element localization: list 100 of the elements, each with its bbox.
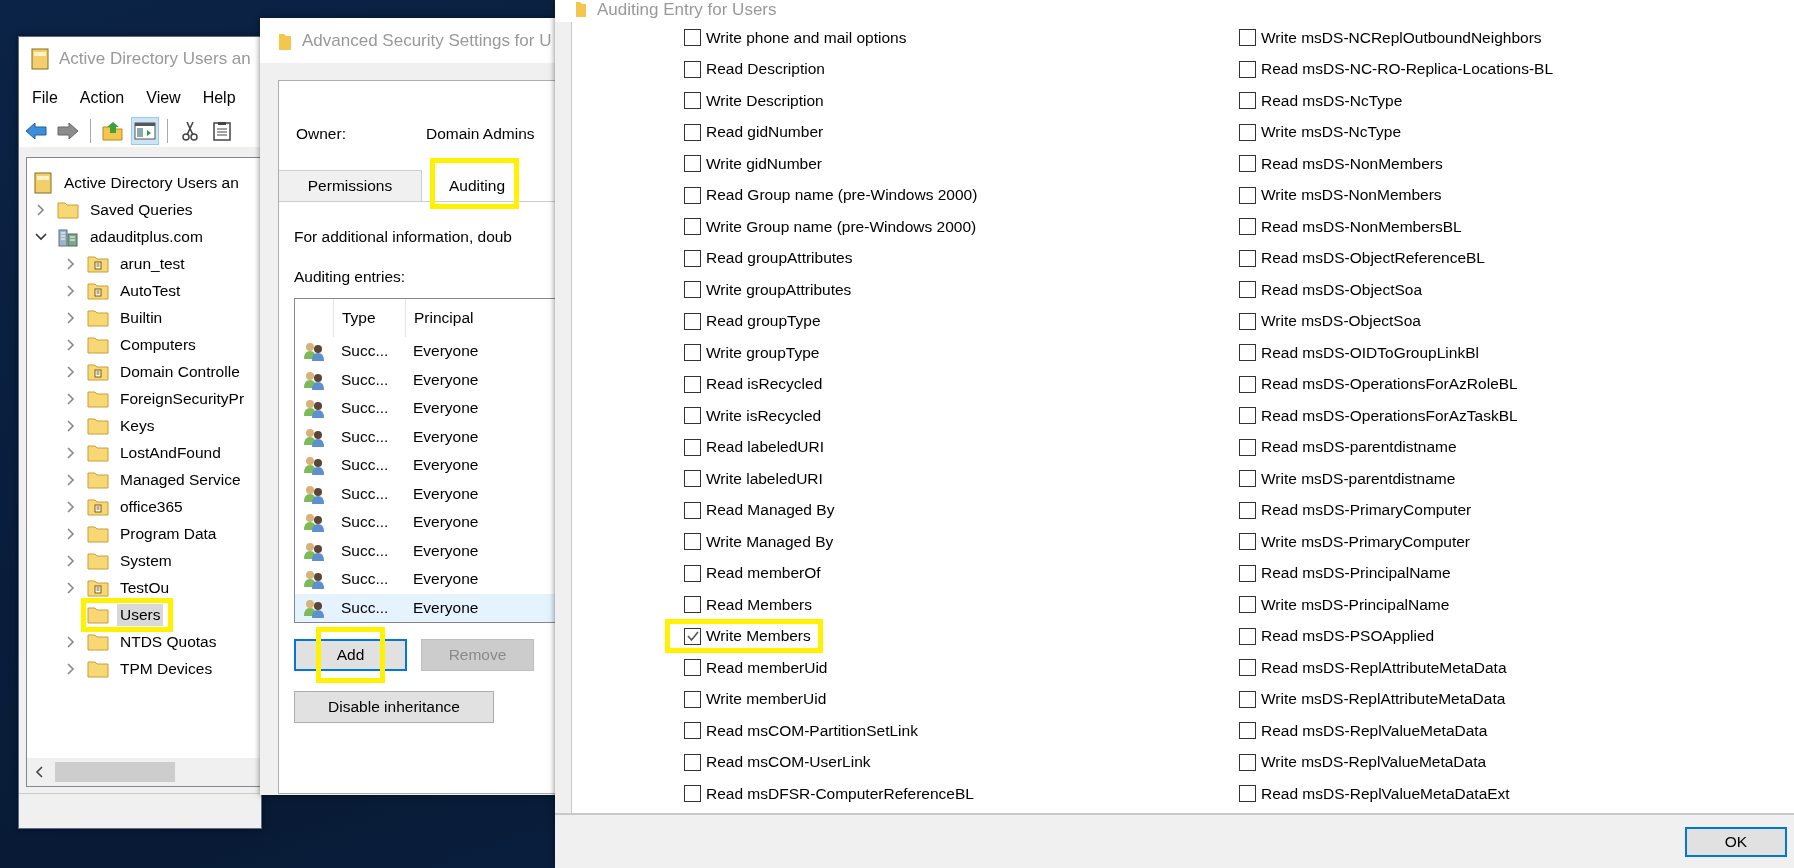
list-row[interactable]: Succ... Everyone bbox=[295, 479, 555, 508]
checkbox[interactable] bbox=[1239, 659, 1256, 677]
tree-item[interactable]: Users bbox=[117, 603, 164, 626]
tree-item[interactable]: office365 bbox=[117, 495, 186, 518]
checkbox[interactable] bbox=[1239, 533, 1256, 551]
checkbox[interactable] bbox=[1239, 690, 1256, 708]
checkbox[interactable] bbox=[1239, 29, 1256, 47]
checkbox[interactable] bbox=[684, 92, 701, 110]
checkbox-label: Read msDS-ReplValueMetaData bbox=[1261, 721, 1488, 740]
checkbox[interactable] bbox=[684, 407, 701, 425]
checkbox[interactable] bbox=[684, 60, 701, 78]
tree-item[interactable]: Builtin bbox=[117, 306, 166, 329]
menu-item[interactable]: File bbox=[23, 85, 67, 111]
checkbox[interactable] bbox=[1239, 60, 1256, 78]
tree-item[interactable]: Keys bbox=[117, 414, 158, 437]
checkbox[interactable] bbox=[1239, 596, 1256, 614]
tree-item[interactable]: Domain Controlle bbox=[117, 360, 243, 383]
tree-item[interactable]: Managed Service bbox=[117, 468, 244, 491]
checkbox[interactable] bbox=[1239, 155, 1256, 173]
disable-inheritance-button[interactable]: Disable inheritance bbox=[294, 691, 494, 723]
checkbox[interactable] bbox=[684, 249, 701, 267]
list-row[interactable]: Succ... Everyone bbox=[295, 451, 555, 480]
panel-view-icon[interactable] bbox=[131, 117, 159, 145]
table-cell-text: Everyone bbox=[412, 342, 480, 361]
tree-item[interactable]: NTDS Quotas bbox=[117, 630, 220, 653]
tree-item[interactable]: Program Data bbox=[117, 522, 220, 545]
folder-icon bbox=[87, 524, 109, 543]
checkbox[interactable] bbox=[684, 344, 701, 362]
checkbox[interactable] bbox=[684, 29, 701, 47]
checkbox[interactable] bbox=[684, 753, 701, 771]
tree-item[interactable]: AutoTest bbox=[117, 279, 184, 302]
list-row[interactable]: Succ... Everyone bbox=[295, 593, 555, 622]
tab[interactable]: Permissions bbox=[279, 170, 422, 201]
tree-item[interactable]: System bbox=[117, 549, 175, 572]
checkbox[interactable] bbox=[1239, 312, 1256, 330]
checkbox[interactable] bbox=[684, 281, 701, 299]
list-row[interactable]: Succ... Everyone bbox=[295, 365, 555, 394]
checkbox[interactable] bbox=[1239, 281, 1256, 299]
checkbox[interactable] bbox=[1239, 627, 1256, 645]
checkbox-label: Read msDS-ObjectSoa bbox=[1261, 280, 1423, 299]
tree-item[interactable]: LostAndFound bbox=[117, 441, 224, 464]
checkbox[interactable] bbox=[1239, 785, 1256, 803]
menu-item[interactable]: Help bbox=[193, 85, 245, 111]
tree-item[interactable]: Saved Queries bbox=[87, 198, 196, 221]
checkbox[interactable] bbox=[684, 312, 701, 330]
list-row[interactable]: Succ... Everyone bbox=[295, 422, 555, 451]
checkbox[interactable] bbox=[1239, 470, 1256, 488]
checkbox-label: Write msDS-NonMembers bbox=[1261, 186, 1442, 205]
checkbox[interactable] bbox=[1239, 407, 1256, 425]
checkbox[interactable] bbox=[1239, 753, 1256, 771]
checkbox[interactable] bbox=[1239, 501, 1256, 519]
scrollbar-track[interactable] bbox=[27, 758, 261, 786]
tree-item[interactable]: arun_test bbox=[117, 252, 188, 275]
checkbox[interactable] bbox=[684, 659, 701, 677]
list-row[interactable]: Succ... Everyone bbox=[295, 565, 555, 594]
column-header[interactable]: Type bbox=[333, 299, 405, 337]
checkbox[interactable] bbox=[1239, 186, 1256, 204]
checkbox[interactable] bbox=[684, 501, 701, 519]
tree-item[interactable]: TestOu bbox=[117, 576, 173, 599]
checkbox[interactable] bbox=[684, 627, 701, 645]
chevron-icon[interactable] bbox=[35, 230, 47, 243]
checkbox-label: Write Group name (pre-Windows 2000) bbox=[706, 217, 977, 236]
tree-item[interactable]: ForeignSecurityPr bbox=[117, 387, 248, 410]
checkbox[interactable] bbox=[684, 375, 701, 393]
checkbox[interactable] bbox=[684, 690, 701, 708]
checkbox[interactable] bbox=[1239, 438, 1256, 456]
checkbox[interactable] bbox=[1239, 92, 1256, 110]
checkbox[interactable] bbox=[684, 218, 701, 236]
checkbox[interactable] bbox=[684, 186, 701, 204]
checkbox[interactable] bbox=[1239, 722, 1256, 740]
table-cell-text: Everyone bbox=[412, 484, 480, 503]
tree-item[interactable]: Computers bbox=[117, 333, 199, 356]
tree-item[interactable]: Active Directory Users an bbox=[61, 171, 242, 194]
menu-item[interactable]: View bbox=[137, 85, 190, 111]
checkbox[interactable] bbox=[1239, 375, 1256, 393]
checkbox[interactable] bbox=[684, 722, 701, 740]
list-row[interactable]: Succ... Everyone bbox=[295, 337, 555, 366]
checkbox[interactable] bbox=[684, 533, 701, 551]
checkbox[interactable] bbox=[1239, 344, 1256, 362]
scroll-left-icon[interactable] bbox=[35, 766, 45, 778]
checkbox[interactable] bbox=[1239, 249, 1256, 267]
scrollbar-thumb[interactable] bbox=[55, 762, 175, 782]
checkbox[interactable] bbox=[1239, 564, 1256, 582]
checkbox[interactable] bbox=[684, 470, 701, 488]
checkbox[interactable] bbox=[1239, 218, 1256, 236]
ok-button[interactable]: OK bbox=[1685, 826, 1787, 857]
list-row[interactable]: Succ... Everyone bbox=[295, 536, 555, 565]
checkbox[interactable] bbox=[684, 564, 701, 582]
tree-item[interactable]: TPM Devices bbox=[117, 657, 216, 680]
checkbox[interactable] bbox=[684, 438, 701, 456]
list-row[interactable]: Succ... Everyone bbox=[295, 508, 555, 537]
menu-item[interactable]: Action bbox=[70, 85, 134, 111]
checkbox[interactable] bbox=[1239, 123, 1256, 141]
tree-item[interactable]: adauditplus.com bbox=[87, 225, 206, 248]
checkbox-label: Read msDFSR-ComputerReferenceBL bbox=[706, 784, 974, 803]
checkbox[interactable] bbox=[684, 596, 701, 614]
checkbox[interactable] bbox=[684, 785, 701, 803]
checkbox[interactable] bbox=[684, 155, 701, 173]
checkbox[interactable] bbox=[684, 123, 701, 141]
list-row[interactable]: Succ... Everyone bbox=[295, 394, 555, 423]
